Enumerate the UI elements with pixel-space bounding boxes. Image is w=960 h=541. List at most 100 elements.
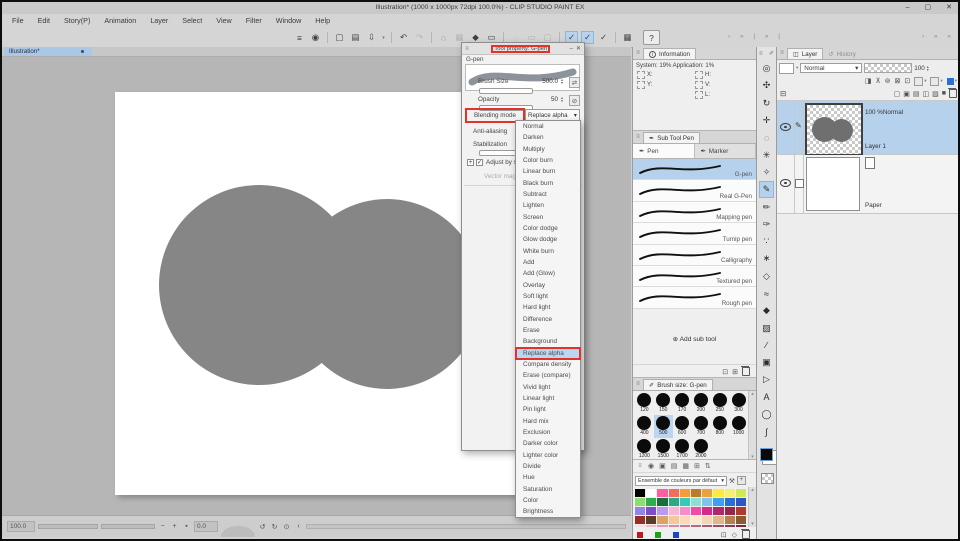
color-swatch[interactable]	[646, 498, 657, 506]
sub-tool-footer-icon[interactable]: ⊞	[732, 368, 738, 376]
layer-action-icon[interactable]: ▢	[894, 90, 901, 98]
opacity-stepper[interactable]: ▴ ▾	[561, 95, 563, 103]
color-swatch[interactable]	[713, 489, 724, 497]
tool-icon[interactable]: ✧	[759, 164, 774, 181]
rotate-left-icon[interactable]: ↺	[258, 523, 267, 531]
color-set-scrollbar[interactable]: ▴ ▾	[748, 487, 756, 527]
reset-view-icon[interactable]: ⊙	[282, 523, 291, 531]
brush-size-cell[interactable]: 250	[710, 392, 729, 415]
add-sub-tool-button[interactable]: ⊕ Add sub tool	[633, 335, 756, 343]
tool-icon[interactable]: ◆	[759, 302, 774, 319]
blend-mode-option[interactable]: Lighter color	[516, 450, 580, 461]
sub-tool-item[interactable]: G-pen	[633, 159, 756, 181]
tab-brush-size[interactable]: ✐ Brush size: G-pen	[643, 379, 713, 390]
tool-icon[interactable]: ≈	[759, 285, 774, 302]
tool-icon[interactable]: ◎	[759, 60, 774, 77]
color-swatch[interactable]	[679, 498, 690, 506]
tool-icon[interactable]: ✛	[759, 112, 774, 129]
panel-handle-icon[interactable]: ≡	[633, 47, 643, 59]
adjust-checkbox[interactable]: ✓	[476, 159, 483, 166]
brush-size-cell[interactable]: 1000	[729, 415, 748, 438]
sub-tool-group-tab[interactable]: ✒ Marker	[694, 144, 756, 158]
sub-tool-item[interactable]: Real G-Pen	[633, 180, 756, 202]
brush-size-cell[interactable]: 700	[692, 415, 711, 438]
color-swatch[interactable]	[646, 516, 657, 524]
blend-mode-option[interactable]: Darken	[516, 132, 580, 143]
color-swatch[interactable]	[646, 489, 657, 497]
color-swatch[interactable]	[735, 498, 746, 506]
layer-action-icon[interactable]: ▤	[913, 90, 920, 98]
tool-icon[interactable]: ◯	[759, 406, 774, 423]
color-swatch[interactable]	[657, 507, 668, 515]
command-icon[interactable]: ▢	[333, 31, 346, 44]
edit-color-set-icon[interactable]: ⚒	[729, 477, 735, 485]
color-swatch[interactable]	[679, 507, 690, 515]
layer-opacity-value[interactable]: 100	[914, 65, 925, 72]
command-icon[interactable]: ↶	[397, 31, 410, 44]
mask-dropdown[interactable]: ▾	[914, 76, 926, 86]
brush-size-cell[interactable]: 500	[653, 415, 673, 438]
color-swatch[interactable]	[668, 525, 679, 527]
brush-size-scrollbar[interactable]: ▴ ▾	[748, 391, 756, 460]
rotation-dial[interactable]	[221, 526, 255, 537]
blend-mode-option[interactable]: Lighten	[516, 200, 580, 211]
color-swatch[interactable]	[679, 489, 690, 497]
color-set-view-icon[interactable]: ▤	[671, 462, 678, 470]
color-swatch[interactable]	[646, 525, 657, 527]
layer-name[interactable]: Paper	[865, 202, 882, 209]
color-swatch[interactable]	[735, 489, 746, 497]
color-set-footer-icon[interactable]: ⊡	[721, 531, 727, 539]
blend-mode-option[interactable]: Linear light	[516, 393, 580, 404]
brush-size-value[interactable]: 500.0	[536, 78, 558, 85]
transparent-color-chip[interactable]	[761, 473, 774, 484]
color-swatch[interactable]	[679, 516, 690, 524]
color-swatch[interactable]	[724, 516, 735, 524]
color-swatch[interactable]	[657, 516, 668, 524]
blend-mode-option[interactable]: Screen	[516, 212, 580, 223]
layer-visibility-icon[interactable]	[780, 123, 791, 131]
blend-mode-option[interactable]: Replace alpha	[515, 346, 581, 360]
draft-dropdown[interactable]: ▾	[930, 76, 943, 86]
delete-color-icon[interactable]	[741, 529, 750, 539]
color-swatch[interactable]	[713, 498, 724, 506]
brush-size-cell[interactable]: 200	[692, 392, 711, 415]
rotation-value[interactable]: 0.0	[194, 521, 218, 532]
command-icon[interactable]: ▦	[621, 31, 634, 44]
menu-item[interactable]: Help	[315, 14, 330, 28]
tool-icon[interactable]: ✏	[759, 198, 774, 215]
blend-mode-option[interactable]: Subtract	[516, 189, 580, 200]
tool-icon[interactable]: ▣	[759, 354, 774, 371]
tab-modified-dot[interactable]	[81, 50, 84, 53]
blend-mode-option[interactable]: Black burn	[516, 178, 580, 189]
tool-icon[interactable]: ∗	[759, 250, 774, 267]
brush-size-slider[interactable]	[479, 88, 533, 94]
tab-layer[interactable]: ◫ Layer	[787, 48, 824, 59]
command-icon[interactable]	[431, 32, 432, 43]
color-swatch[interactable]	[657, 498, 668, 506]
brush-size-cell[interactable]: 170	[673, 392, 692, 415]
command-icon[interactable]	[615, 32, 616, 43]
blend-mode-option[interactable]: Color burn	[516, 155, 580, 166]
blend-mode-option[interactable]: Background	[516, 336, 580, 347]
color-swatch[interactable]	[657, 489, 668, 497]
layer-lock-icon[interactable]: ⊠	[894, 77, 900, 85]
layer1-thumbnail[interactable]	[805, 103, 863, 156]
color-swatch[interactable]	[668, 507, 679, 515]
layer-row-layer1[interactable]: ✎ 100 %Normal Layer 1	[777, 101, 958, 156]
command-icon[interactable]	[391, 32, 392, 43]
color-set-dropdown[interactable]: Ensemble de couleurs par défaut ▾	[635, 475, 727, 486]
brush-size-cell[interactable]: 800	[710, 415, 729, 438]
close-button[interactable]: ✕	[946, 2, 952, 14]
layer-checkbox[interactable]	[795, 179, 804, 188]
menu-item[interactable]: View	[216, 14, 231, 28]
color-swatch[interactable]	[668, 516, 679, 524]
horizontal-scrollbar[interactable]	[306, 524, 626, 529]
brush-size-cell[interactable]: 1200	[635, 438, 654, 461]
layer-action-icon[interactable]: ▨	[932, 90, 939, 98]
layer-color-chip[interactable]	[779, 62, 794, 74]
color-swatch[interactable]	[635, 498, 646, 506]
blend-mode-option[interactable]: Glow dodge	[516, 234, 580, 245]
layer-action-icon[interactable]: ◫	[923, 90, 930, 98]
color-set-view-icon[interactable]: ⊞	[694, 462, 700, 470]
color-swatch[interactable]	[646, 507, 657, 515]
